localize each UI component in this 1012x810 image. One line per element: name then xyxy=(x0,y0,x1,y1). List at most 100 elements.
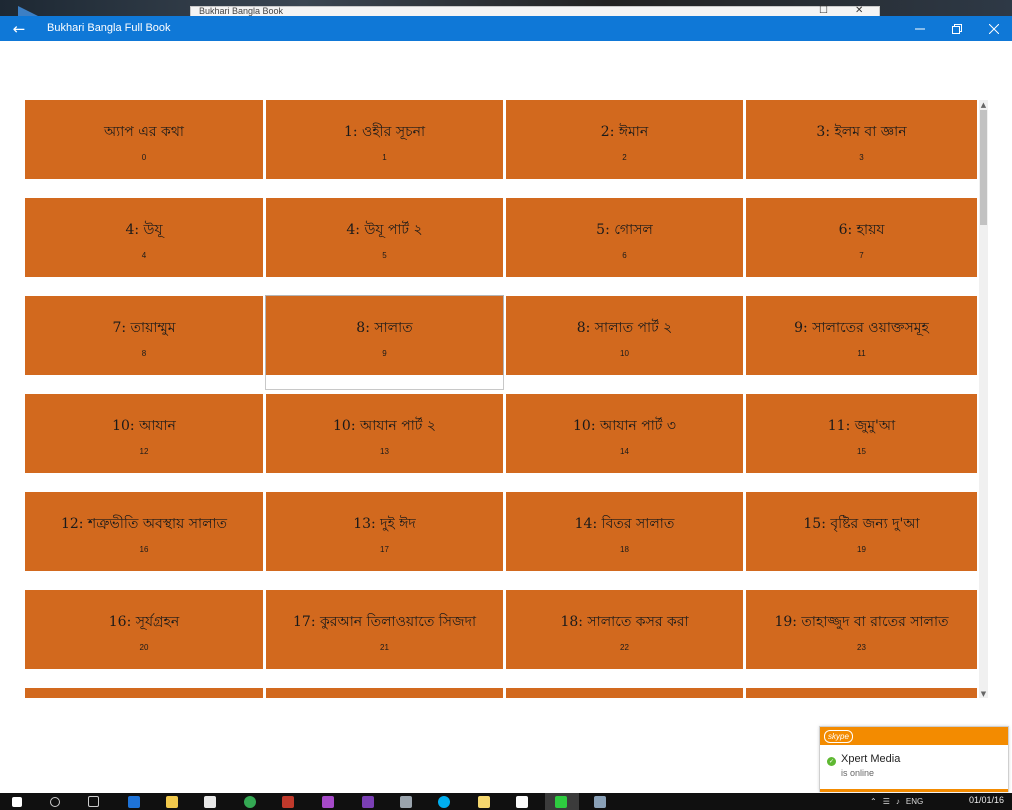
app-icon[interactable] xyxy=(594,796,606,808)
chapter-index: 21 xyxy=(380,643,389,652)
chapter-grid-viewport: অ্যাপ এর কথা 0 1: ওহীর সূচনা 1 2: ঈমান 2 3: ইল… xyxy=(25,100,979,698)
chapter-index: 23 xyxy=(857,643,866,652)
network-icon[interactable]: ☰ xyxy=(883,797,890,806)
scroll-up-icon[interactable]: ▲ xyxy=(979,100,988,109)
skype-taskbar-icon[interactable] xyxy=(438,796,450,808)
restore-icon xyxy=(951,23,962,34)
chapter-title: 6: হায়য xyxy=(838,222,885,238)
chapter-tile[interactable]: 4: উযূ 4 xyxy=(25,198,263,277)
chapter-index: 2 xyxy=(622,153,627,162)
chapter-tile[interactable]: 19: তাহাজ্জুদ বা রাতের সালাত 23 xyxy=(746,590,977,669)
chapter-tile[interactable] xyxy=(266,688,503,698)
chapter-index: 0 xyxy=(141,153,147,162)
chapter-index: 7 xyxy=(859,251,864,260)
store-icon[interactable] xyxy=(204,796,216,808)
chapter-tile[interactable]: 8: সালাত পার্ট ২ 10 xyxy=(506,296,743,375)
chapter-title: 10: আযান পার্ট ২ xyxy=(333,418,436,434)
onenote-icon[interactable] xyxy=(322,796,334,808)
volume-icon[interactable]: ♪ xyxy=(896,797,900,806)
task-view-icon[interactable] xyxy=(88,796,99,807)
search-icon[interactable] xyxy=(50,797,60,807)
file-explorer-icon[interactable] xyxy=(166,796,178,808)
chapter-index: 20 xyxy=(139,643,149,652)
chapter-index: 10 xyxy=(620,349,629,358)
chapter-title: 12: শত্রুভীতি অবস্থায় সালাত xyxy=(60,516,228,532)
chapter-tile[interactable]: 2: ঈমান 2 xyxy=(506,100,743,179)
chapter-tile[interactable] xyxy=(506,688,743,698)
chapter-index: 14 xyxy=(620,447,629,456)
contact-status: is online xyxy=(841,768,875,778)
chapter-tile[interactable] xyxy=(746,688,977,698)
chapter-tile[interactable]: 1: ওহীর সূচনা 1 xyxy=(266,100,503,179)
language-indicator[interactable]: ENG xyxy=(906,797,923,806)
scrollbar-thumb[interactable] xyxy=(980,110,987,225)
chapter-tile[interactable]: 10: আযান 12 xyxy=(25,394,263,473)
background-maximize-icon[interactable]: ☐ xyxy=(819,5,828,16)
settings-app-icon[interactable] xyxy=(400,796,412,808)
close-icon xyxy=(988,23,999,34)
chapter-tile[interactable]: 13: দুই ঈদ 17 xyxy=(266,492,503,571)
bukhari-app-taskbar-icon[interactable] xyxy=(555,796,567,808)
chapter-tile[interactable]: 12: শত্রুভীতি অবস্থায় সালাত 16 xyxy=(25,492,263,571)
minimize-button[interactable] xyxy=(901,16,938,41)
chapter-index: 15 xyxy=(857,447,866,456)
title-bar: ← Bukhari Bangla Full Book xyxy=(0,16,1012,41)
visual-studio-icon[interactable] xyxy=(362,796,374,808)
chapter-tile[interactable]: 7: তায়াম্মুম 8 xyxy=(25,296,263,375)
chapter-tile[interactable]: 10: আযান পার্ট ২ 13 xyxy=(266,394,503,473)
desktop-background: Bukhari Bangla Book ☐ ✕ xyxy=(0,0,1012,26)
notification-body: ✓ Xpert Media is online xyxy=(820,745,1008,789)
chapter-tile[interactable]: 17: কুরআন তিলাওয়াতে সিজদা 21 xyxy=(266,590,503,669)
skype-notification[interactable]: skype ✓ Xpert Media is online xyxy=(819,726,1009,792)
chapter-tile[interactable]: 3: ইলম বা জ্ঞান 3 xyxy=(746,100,977,179)
chapter-title: 5: গোসল xyxy=(596,222,653,238)
chapter-index: 6 xyxy=(622,251,627,260)
chapter-title: 8: সালাত পার্ট ২ xyxy=(576,320,673,336)
chapter-index: 12 xyxy=(139,447,149,456)
chapter-title: 19: তাহাজ্জুদ বা রাতের সালাত xyxy=(774,614,949,630)
chapter-tile[interactable]: 6: হায়য 7 xyxy=(746,198,977,277)
app-title: Bukhari Bangla Full Book xyxy=(47,22,171,34)
back-button[interactable]: ← xyxy=(0,16,38,41)
chapter-title: 4: উযূ xyxy=(125,222,163,238)
online-status-icon: ✓ xyxy=(827,757,836,766)
chapter-tile[interactable]: 5: গোসল 6 xyxy=(506,198,743,277)
chapter-tile[interactable]: 10: আযান পার্ট ৩ 14 xyxy=(506,394,743,473)
notepad-icon[interactable] xyxy=(516,796,528,808)
chapter-tile[interactable]: 4: উযূ পার্ট ২ 5 xyxy=(266,198,503,277)
chapter-index: 1 xyxy=(382,153,387,162)
taskbar-clock[interactable]: 01/01/16 xyxy=(969,795,1004,805)
scroll-down-icon[interactable]: ▼ xyxy=(979,689,988,698)
chapter-index: 8 xyxy=(141,349,147,358)
chapter-index: 3 xyxy=(859,153,864,162)
chapter-tile[interactable]: 14: বিতর সালাত 18 xyxy=(506,492,743,571)
chevron-up-icon[interactable]: ⌃ xyxy=(870,797,877,806)
chapter-index: 19 xyxy=(857,545,866,554)
chapter-tile[interactable] xyxy=(25,688,263,698)
chapter-index: 13 xyxy=(380,447,389,456)
chapter-tile[interactable]: 9: সালাতের ওয়াক্তসমূহ 11 xyxy=(746,296,977,375)
restore-button[interactable] xyxy=(938,16,975,41)
chapter-tile[interactable]: অ্যাপ এর কথা 0 xyxy=(25,100,263,179)
chrome-icon[interactable] xyxy=(244,796,256,808)
chapter-tile[interactable]: 11: জুমু'আ 15 xyxy=(746,394,977,473)
chapter-title: 4: উযূ পার্ট ২ xyxy=(346,222,423,238)
chapter-index: 5 xyxy=(382,251,387,260)
chapter-title: 18: সালাতে কসর করা xyxy=(560,614,689,630)
edge-browser-icon[interactable] xyxy=(128,796,140,808)
chapter-index: 17 xyxy=(380,545,389,554)
chapter-title: 8: সালাত xyxy=(356,320,413,336)
vertical-scrollbar[interactable]: ▲ ▼ xyxy=(979,100,988,698)
chapter-tile[interactable]: 8: সালাত 9 xyxy=(265,295,504,390)
start-icon[interactable] xyxy=(12,797,22,807)
chapter-tile[interactable]: 15: বৃষ্টির জন্য দু'আ 19 xyxy=(746,492,977,571)
filezilla-icon[interactable] xyxy=(282,796,294,808)
background-close-icon[interactable]: ✕ xyxy=(855,5,863,16)
close-button[interactable] xyxy=(975,16,1012,41)
folder-icon[interactable] xyxy=(478,796,490,808)
chapter-tile[interactable]: 16: সূর্যগ্রহন 20 xyxy=(25,590,263,669)
chapter-index: 16 xyxy=(139,545,149,554)
chapter-title: 13: দুই ঈদ xyxy=(353,516,416,532)
background-window-title: Bukhari Bangla Book xyxy=(199,6,284,16)
chapter-tile[interactable]: 18: সালাতে কসর করা 22 xyxy=(506,590,743,669)
